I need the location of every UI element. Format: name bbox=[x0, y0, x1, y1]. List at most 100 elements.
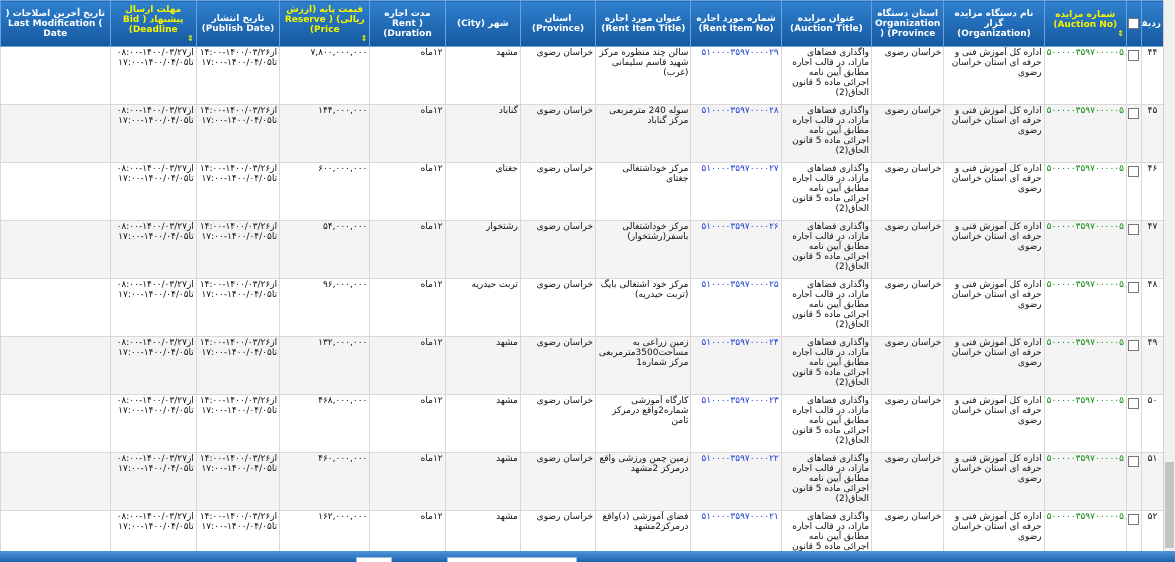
col-header-auction-title[interactable]: عنوان مزایده (Auction Title) bbox=[780, 0, 873, 47]
row-checkbox[interactable] bbox=[1127, 50, 1139, 61]
col-header-rownum[interactable]: ردیف bbox=[1140, 0, 1165, 47]
table-row[interactable]: ۵۱ ۵۰۰۰۰۰۳۵۹۷۰۰۰۰۰۵ اداره کل آموزش فنی و… bbox=[0, 452, 1165, 511]
row-checkbox-cell[interactable] bbox=[1125, 336, 1142, 395]
col-header-province[interactable]: استان (Province) bbox=[519, 0, 597, 47]
scrollbar-thumb[interactable] bbox=[1165, 462, 1174, 548]
province-cell: خراسان رضوی bbox=[519, 452, 597, 511]
row-checkbox[interactable] bbox=[1127, 456, 1139, 467]
col-header-bid-deadline[interactable]: مهلت ارسال پیشنهاد ( Bid (Deadline ⇕ bbox=[109, 0, 197, 47]
sort-icon[interactable]: ⇕ bbox=[113, 34, 194, 43]
city-cell: مشهد bbox=[444, 46, 521, 105]
table-row[interactable]: ۴۸ ۵۰۰۰۰۰۳۵۹۷۰۰۰۰۰۵ اداره کل آموزش فنی و… bbox=[0, 278, 1165, 337]
col-header-publish-date[interactable]: تاریخ انتشار (Publish Date) bbox=[195, 0, 281, 47]
city-cell: تربت حیدریه bbox=[444, 278, 521, 337]
col-header-select-all[interactable] bbox=[1125, 0, 1142, 47]
duration-cell: ۱۲ماه bbox=[369, 452, 446, 511]
row-checkbox[interactable] bbox=[1127, 514, 1139, 525]
col-header-rent-item-title[interactable]: عنوان مورد اجاره (Rent Item Title) bbox=[595, 0, 692, 47]
sort-icon[interactable]: ⇕ bbox=[1047, 29, 1124, 38]
org-province-cell: خراسان رضوی bbox=[871, 220, 945, 279]
publish-date-cell: از۱۴۰۰/۰۳/۲۶-۱۴:۰۰ تا۱۴۰۰/۰۴/۰۵-۱۷:۰۰ bbox=[195, 336, 281, 395]
province-cell: خراسان رضوی bbox=[519, 220, 597, 279]
row-number: ۴۹ bbox=[1140, 336, 1165, 395]
col-header-last-modification[interactable]: تاریخ آخرین اصلاحات ( Last Modification … bbox=[0, 0, 111, 47]
last-modification-cell bbox=[0, 452, 111, 511]
table-row[interactable]: ۴۶ ۵۰۰۰۰۰۳۵۹۷۰۰۰۰۰۵ اداره کل آموزش فنی و… bbox=[0, 162, 1165, 221]
page-number-input[interactable] bbox=[447, 557, 577, 562]
select-all-checkbox[interactable] bbox=[1127, 17, 1139, 29]
sort-icon[interactable]: ⇕ bbox=[282, 34, 368, 43]
rent-item-title-cell: زمین چمن ورزشی واقع درمرکز 2مشهد bbox=[595, 452, 692, 511]
org-province-cell: خراسان رضوی bbox=[871, 104, 945, 163]
auction-no-link[interactable]: ۵۰۰۰۰۰۳۵۹۷۰۰۰۰۰۵ bbox=[1043, 104, 1127, 163]
row-checkbox[interactable] bbox=[1127, 108, 1139, 119]
row-checkbox-cell[interactable] bbox=[1125, 278, 1142, 337]
province-cell: خراسان رضوی bbox=[519, 46, 597, 105]
organization-cell: اداره کل آموزش فنی و حرفه ای استان خراسا… bbox=[943, 162, 1045, 221]
row-checkbox-cell[interactable] bbox=[1125, 452, 1142, 511]
province-cell: خراسان رضوی bbox=[519, 278, 597, 337]
bid-deadline-cell: از۱۴۰۰/۰۳/۲۷-۰۸:۰۰ تا۱۴۰۰/۰۴/۰۵-۱۷:۰۰ bbox=[109, 394, 197, 453]
duration-cell: ۱۲ماه bbox=[369, 46, 446, 105]
publish-date-cell: از۱۴۰۰/۰۳/۲۶-۱۴:۰۰ تا۱۴۰۰/۰۴/۰۵-۱۷:۰۰ bbox=[195, 452, 281, 511]
row-checkbox-cell[interactable] bbox=[1125, 162, 1142, 221]
row-checkbox[interactable] bbox=[1127, 340, 1139, 351]
auction-no-link[interactable]: ۵۰۰۰۰۰۳۵۹۷۰۰۰۰۰۵ bbox=[1043, 452, 1127, 511]
auction-title-cell: واگذاری فضاهای مازاد، در قالب اجاره مطاب… bbox=[780, 162, 873, 221]
col-header-rent-item-no[interactable]: شماره مورد اجاره (Rent Item No) bbox=[690, 0, 782, 47]
reserve-price-cell: ۴۶۰,۰۰۰,۰۰۰ bbox=[279, 452, 371, 511]
row-checkbox[interactable] bbox=[1127, 224, 1139, 235]
duration-cell: ۱۲ماه bbox=[369, 104, 446, 163]
rent-item-no-link[interactable]: ۵۱۰۰۰۰۳۵۹۷۰۰۰۰۲۸ bbox=[690, 104, 782, 163]
bid-deadline-cell: از۱۴۰۰/۰۳/۲۷-۰۸:۰۰ تا۱۴۰۰/۰۴/۰۵-۱۷:۰۰ bbox=[109, 220, 197, 279]
col-header-org-province[interactable]: استان دستگاه Organization ) (Province bbox=[871, 0, 945, 47]
auction-title-cell: واگذاری فضاهای مازاد، در قالب اجاره مطاب… bbox=[780, 336, 873, 395]
table-row[interactable]: ۴۹ ۵۰۰۰۰۰۳۵۹۷۰۰۰۰۰۵ اداره کل آموزش فنی و… bbox=[0, 336, 1165, 395]
table-row[interactable]: ۴۵ ۵۰۰۰۰۰۳۵۹۷۰۰۰۰۰۵ اداره کل آموزش فنی و… bbox=[0, 104, 1165, 163]
rent-item-no-link[interactable]: ۵۱۰۰۰۰۳۵۹۷۰۰۰۰۲۳ bbox=[690, 394, 782, 453]
rent-item-no-link[interactable]: ۵۱۰۰۰۰۳۵۹۷۰۰۰۰۲۵ bbox=[690, 278, 782, 337]
rent-item-no-link[interactable]: ۵۱۰۰۰۰۳۵۹۷۰۰۰۰۲۶ bbox=[690, 220, 782, 279]
auction-no-link[interactable]: ۵۰۰۰۰۰۳۵۹۷۰۰۰۰۰۵ bbox=[1043, 336, 1127, 395]
table-body: ۴۴ ۵۰۰۰۰۰۳۵۹۷۰۰۰۰۰۵ اداره کل آموزش فنی و… bbox=[0, 46, 1165, 562]
vertical-scrollbar[interactable] bbox=[1163, 0, 1175, 551]
publish-date-cell: از۱۴۰۰/۰۳/۲۶-۱۴:۰۰ تا۱۴۰۰/۰۴/۰۵-۱۷:۰۰ bbox=[195, 394, 281, 453]
city-cell: گناباد bbox=[444, 104, 521, 163]
row-checkbox-cell[interactable] bbox=[1125, 46, 1142, 105]
table-row[interactable]: ۴۴ ۵۰۰۰۰۰۳۵۹۷۰۰۰۰۰۵ اداره کل آموزش فنی و… bbox=[0, 46, 1165, 105]
auction-no-link[interactable]: ۵۰۰۰۰۰۳۵۹۷۰۰۰۰۰۵ bbox=[1043, 162, 1127, 221]
col-header-auction-no[interactable]: شماره مزایده (Auction No) ⇕ bbox=[1043, 0, 1127, 47]
row-checkbox-cell[interactable] bbox=[1125, 104, 1142, 163]
row-checkbox-cell[interactable] bbox=[1125, 394, 1142, 453]
row-checkbox-cell[interactable] bbox=[1125, 220, 1142, 279]
publish-date-cell: از۱۴۰۰/۰۳/۲۶-۱۴:۰۰ تا۱۴۰۰/۰۴/۰۵-۱۷:۰۰ bbox=[195, 162, 281, 221]
row-checkbox[interactable] bbox=[1127, 166, 1139, 177]
col-header-organization[interactable]: نام دستگاه مزایده گزار (Organization) bbox=[943, 0, 1045, 47]
rent-item-no-link[interactable]: ۵۱۰۰۰۰۳۵۹۷۰۰۰۰۲۲ bbox=[690, 452, 782, 511]
col-header-reserve-price[interactable]: قیمت پایه (ارزش ریالی) ( Reserve (Price ⇕ bbox=[279, 0, 371, 47]
rent-item-no-link[interactable]: ۵۱۰۰۰۰۳۵۹۷۰۰۰۰۲۷ bbox=[690, 162, 782, 221]
auction-no-link[interactable]: ۵۰۰۰۰۰۳۵۹۷۰۰۰۰۰۵ bbox=[1043, 394, 1127, 453]
row-checkbox[interactable] bbox=[1127, 398, 1139, 409]
rent-item-title-cell: سوله 240 مترمربعی مرکز گناباد bbox=[595, 104, 692, 163]
page-size-select[interactable] bbox=[356, 557, 392, 562]
table-row[interactable]: ۴۷ ۵۰۰۰۰۰۳۵۹۷۰۰۰۰۰۵ اداره کل آموزش فنی و… bbox=[0, 220, 1165, 279]
col-header-city[interactable]: شهر (City) bbox=[444, 0, 521, 47]
rent-item-title-cell: سالن چند منظوره مرکز شهید قاسم سلیمانی (… bbox=[595, 46, 692, 105]
publish-date-cell: از۱۴۰۰/۰۳/۲۶-۱۴:۰۰ تا۱۴۰۰/۰۴/۰۵-۱۷:۰۰ bbox=[195, 220, 281, 279]
auction-no-link[interactable]: ۵۰۰۰۰۰۳۵۹۷۰۰۰۰۰۵ bbox=[1043, 220, 1127, 279]
auction-no-link[interactable]: ۵۰۰۰۰۰۳۵۹۷۰۰۰۰۰۵ bbox=[1043, 46, 1127, 105]
province-cell: خراسان رضوی bbox=[519, 104, 597, 163]
reserve-price-cell: ۱۳۲,۰۰۰,۰۰۰ bbox=[279, 336, 371, 395]
auction-no-link[interactable]: ۵۰۰۰۰۰۳۵۹۷۰۰۰۰۰۵ bbox=[1043, 278, 1127, 337]
col-header-duration[interactable]: مدت اجاره Rent ) (Duration bbox=[369, 0, 446, 47]
last-modification-cell bbox=[0, 336, 111, 395]
row-number: ۴۷ bbox=[1140, 220, 1165, 279]
row-number: ۴۵ bbox=[1140, 104, 1165, 163]
rent-item-no-link[interactable]: ۵۱۰۰۰۰۳۵۹۷۰۰۰۰۲۹ bbox=[690, 46, 782, 105]
pager-bar bbox=[0, 551, 1175, 562]
row-checkbox[interactable] bbox=[1127, 282, 1139, 293]
organization-cell: اداره کل آموزش فنی و حرفه ای استان خراسا… bbox=[943, 278, 1045, 337]
table-row[interactable]: ۵۰ ۵۰۰۰۰۰۳۵۹۷۰۰۰۰۰۵ اداره کل آموزش فنی و… bbox=[0, 394, 1165, 453]
rent-item-no-link[interactable]: ۵۱۰۰۰۰۳۵۹۷۰۰۰۰۲۴ bbox=[690, 336, 782, 395]
